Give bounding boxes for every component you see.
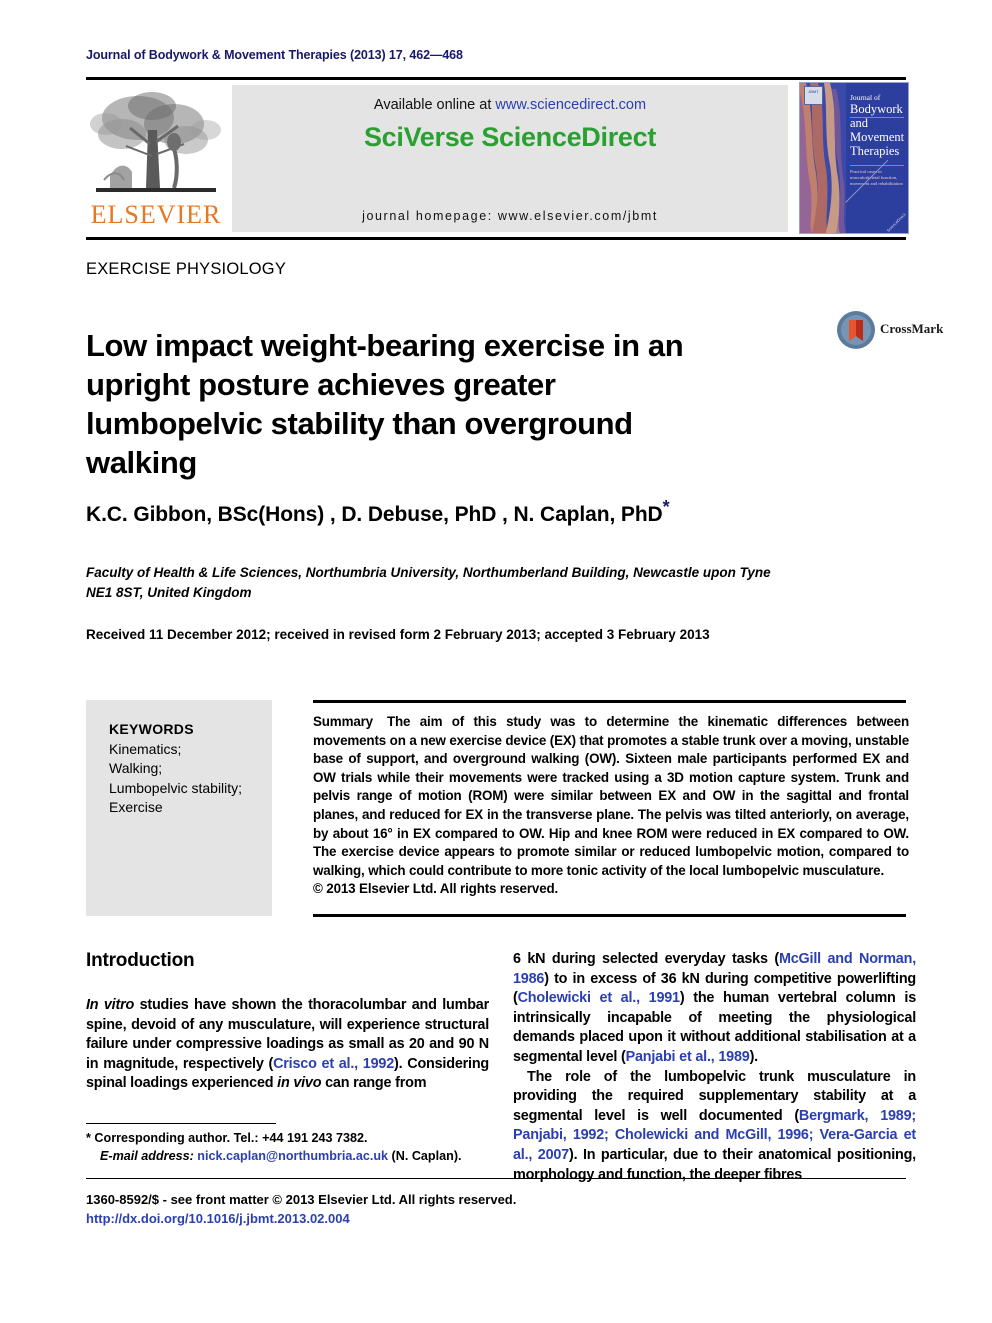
header-rule-bottom bbox=[86, 237, 906, 240]
author-names: K.C. Gibbon, BSc(Hons) , D. Debuse, PhD … bbox=[86, 503, 663, 526]
intro-paragraph-right-2: The role of the lumbopelvic trunk muscul… bbox=[513, 1068, 916, 1186]
sciencedirect-banner: Available online at www.sciencedirect.co… bbox=[232, 85, 788, 232]
author-list: K.C. Gibbon, BSc(Hons) , D. Debuse, PhD … bbox=[86, 497, 670, 527]
sciverse-sciencedirect-logo: SciVerse ScienceDirect bbox=[363, 122, 657, 152]
author-affiliation: Faculty of Health & Life Sciences, North… bbox=[86, 565, 771, 600]
abstract-body: The aim of this study was to determine t… bbox=[313, 714, 909, 878]
intro-right-text-4: ). bbox=[749, 1048, 759, 1065]
crossmark-logo-icon bbox=[837, 311, 875, 349]
journal-cover-thumbnail: JBMT Journal of Bodywork and Movement Th… bbox=[799, 82, 909, 234]
introduction-heading: Introduction bbox=[86, 950, 195, 971]
body-column-right: 6 kN during selected everyday tasks (McG… bbox=[513, 950, 916, 1185]
email-owner: (N. Caplan). bbox=[388, 1148, 462, 1163]
cover-anatomy-artwork-icon bbox=[800, 83, 846, 233]
abstract-rule-top bbox=[313, 700, 906, 703]
intro-paragraph-right-1: 6 kN during selected everyday tasks (McG… bbox=[513, 950, 916, 1068]
intro-italic-invivo: in vivo bbox=[277, 1075, 322, 1092]
abstract-rule-bottom bbox=[313, 914, 906, 917]
received-dates: Received 11 December 2012; received in r… bbox=[86, 627, 710, 642]
elsevier-wordmark: ELSEVIER bbox=[90, 200, 222, 229]
corresponding-author-note: * Corresponding author. Tel.: +44 191 24… bbox=[86, 1131, 368, 1145]
intro-right-text-1: 6 kN during selected everyday tasks ( bbox=[513, 951, 779, 967]
email-link[interactable]: nick.caplan@northumbria.ac.uk bbox=[197, 1149, 388, 1163]
crossmark-badge[interactable]: CrossMark bbox=[836, 307, 943, 355]
abstract-heading: Summary bbox=[313, 714, 373, 729]
sciencedirect-url-link[interactable]: www.sciencedirect.com bbox=[495, 97, 646, 113]
keywords-heading: KEYWORDS bbox=[109, 721, 194, 737]
crossmark-label: CrossMark bbox=[880, 321, 944, 336]
email-note: E-mail address: nick.caplan@northumbria.… bbox=[86, 1148, 506, 1166]
article-first-page: Journal of Bodywork & Movement Therapies… bbox=[0, 0, 992, 1323]
doi-link[interactable]: http://dx.doi.org/10.1016/j.jbmt.2013.02… bbox=[86, 1209, 516, 1228]
corresponding-author-marker: * bbox=[662, 497, 670, 517]
abstract-copyright: © 2013 Elsevier Ltd. All rights reserved… bbox=[313, 881, 559, 897]
cover-title-text: Journal of Bodywork and Movement Therapi… bbox=[850, 93, 906, 158]
page-title: Low impact weight-bearing exercise in an… bbox=[86, 327, 684, 480]
footnote-block: * Corresponding author. Tel.: +44 191 24… bbox=[86, 1130, 506, 1165]
citation-panjabi-1989[interactable]: Panjabi et al., 1989 bbox=[626, 1049, 750, 1065]
citation-cholewicki-1991[interactable]: Cholewicki et al., 1991 bbox=[518, 990, 680, 1006]
cover-line-4: Movement bbox=[850, 130, 905, 144]
cover-line-5: Therapies bbox=[850, 144, 900, 158]
journal-homepage-text[interactable]: journal homepage: www.elsevier.com/jbmt bbox=[232, 209, 788, 223]
cover-divider-1 bbox=[850, 117, 904, 118]
cover-publisher-badge: JBMT bbox=[804, 86, 823, 105]
cover-divider-2 bbox=[850, 165, 904, 166]
available-online-text: Available online at www.sciencedirect.co… bbox=[232, 97, 788, 113]
body-column-left: Introduction In vitro studies have shown… bbox=[86, 950, 489, 1094]
cover-line-2: Bodywork bbox=[850, 102, 903, 116]
intro-paragraph-left: In vitro studies have shown the thoracol… bbox=[86, 996, 489, 1094]
available-online-prefix: Available online at bbox=[373, 97, 496, 113]
imprint-block: 1360-8592/$ - see front matter © 2013 El… bbox=[86, 1190, 516, 1228]
footer-rule bbox=[86, 1178, 906, 1179]
issn-copyright-line: 1360-8592/$ - see front matter © 2013 El… bbox=[86, 1192, 517, 1207]
elsevier-tree-icon bbox=[90, 92, 221, 192]
keywords-content: KEYWORDS Kinematics; Walking; Lumbopelvi… bbox=[109, 720, 259, 818]
journal-running-head: Journal of Bodywork & Movement Therapies… bbox=[86, 48, 463, 62]
cover-line-1: Journal of bbox=[850, 93, 881, 102]
cover-line-3: and bbox=[850, 116, 869, 130]
keywords-list: Kinematics; Walking; Lumbopelvic stabili… bbox=[109, 740, 243, 816]
email-label: E-mail address: bbox=[100, 1148, 194, 1163]
abstract-block: Summary The aim of this study was to dete… bbox=[313, 713, 909, 899]
section-label: EXERCISE PHYSIOLOGY bbox=[86, 260, 287, 278]
header-rule-top bbox=[86, 77, 906, 80]
elsevier-logo: ELSEVIER bbox=[86, 84, 226, 234]
keywords-box: KEYWORDS Kinematics; Walking; Lumbopelvi… bbox=[86, 700, 272, 916]
intro-left-text-3: can range from bbox=[321, 1075, 427, 1092]
footnote-rule bbox=[86, 1123, 276, 1124]
citation-crisco[interactable]: Crisco et al., 1992 bbox=[273, 1056, 394, 1072]
intro-italic-invitro-1: In vitro bbox=[86, 997, 135, 1013]
